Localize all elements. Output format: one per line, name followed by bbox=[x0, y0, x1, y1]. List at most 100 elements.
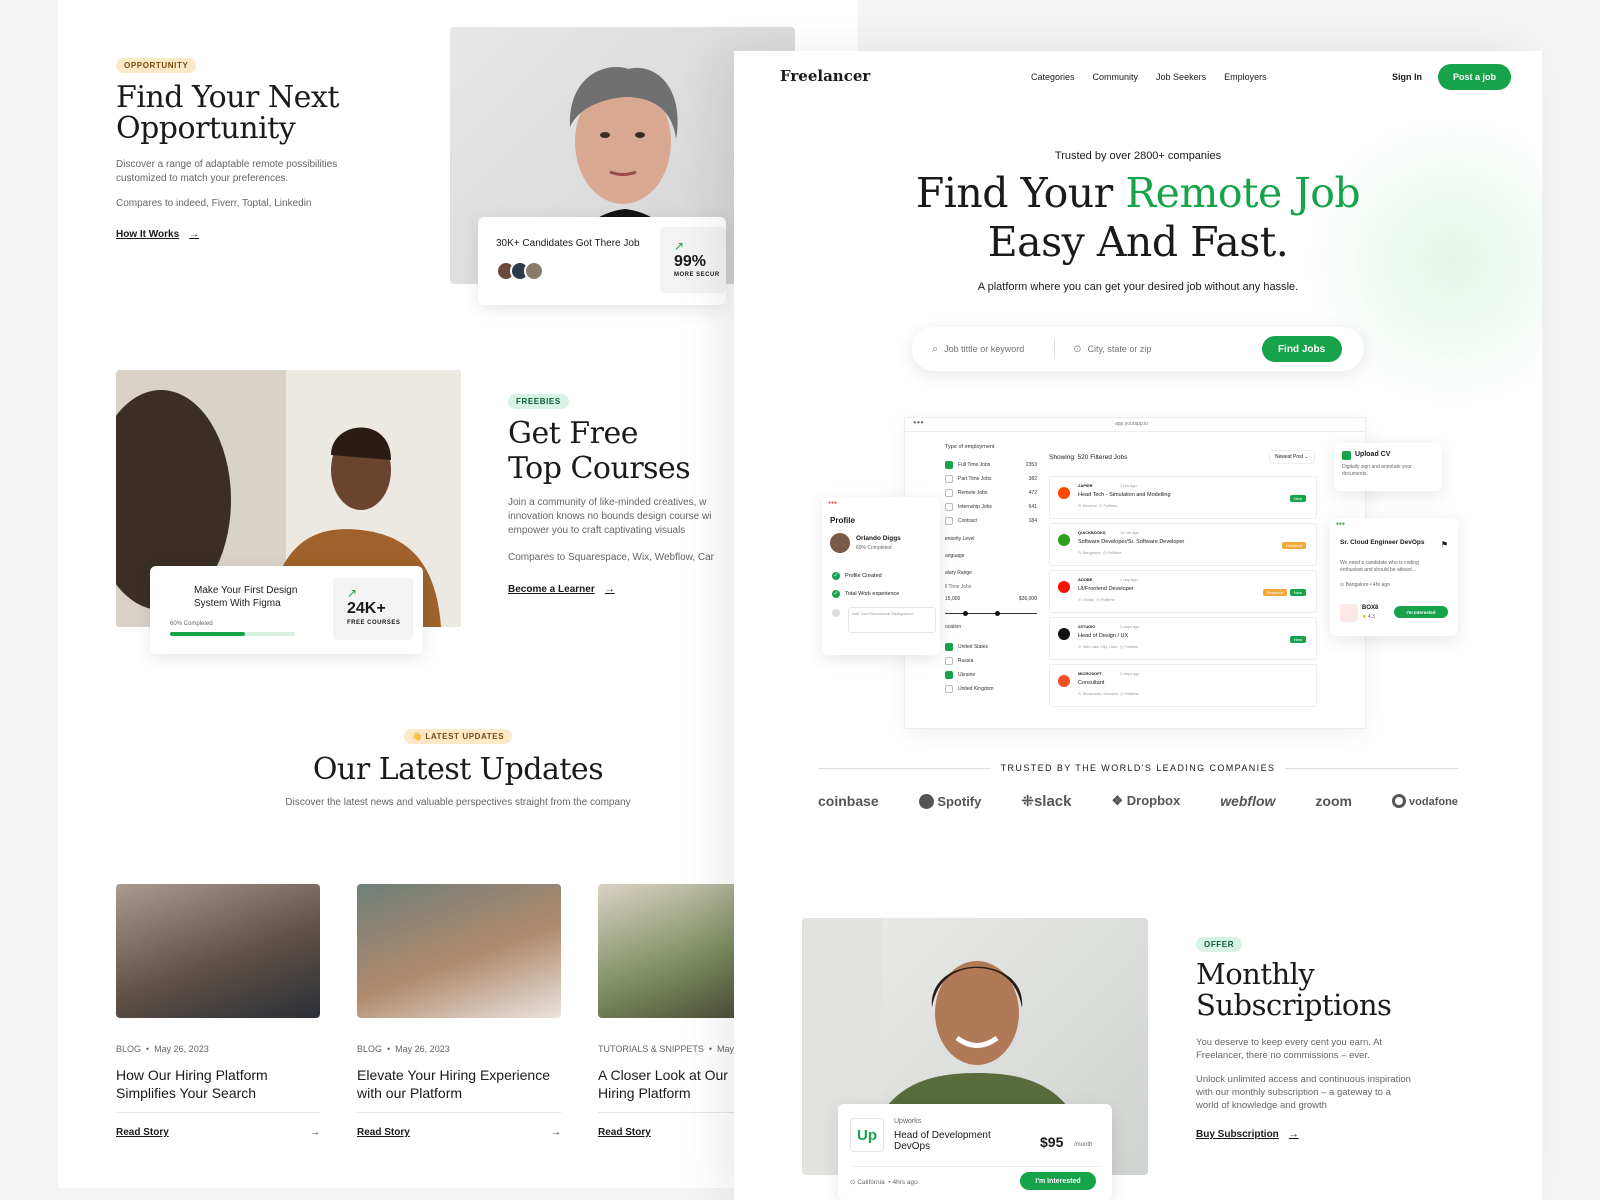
job-company: ZAPIER bbox=[1078, 483, 1093, 488]
salary-slider[interactable] bbox=[945, 608, 1037, 620]
nav-employers[interactable]: Employers bbox=[1224, 72, 1267, 82]
profile-name: Orlando Diggs bbox=[856, 535, 901, 542]
checkbox[interactable] bbox=[945, 643, 953, 651]
education-input[interactable]: Add Your Educational Background bbox=[848, 607, 936, 633]
checkbox[interactable] bbox=[945, 517, 953, 525]
job-tags: Featured bbox=[1279, 534, 1306, 552]
sign-in-link[interactable]: Sign In bbox=[1392, 72, 1422, 82]
checkbox[interactable] bbox=[945, 461, 953, 469]
candidates-stat-card: 30K+ Candidates Got There Job ↗ 99% MORE… bbox=[478, 217, 726, 305]
filter-option[interactable]: Full Time Jobs 2353 bbox=[945, 458, 1037, 472]
sort-label: Newest Post bbox=[1275, 454, 1304, 460]
location-option[interactable]: United States bbox=[945, 640, 1037, 654]
subscription-title-line2: Subscriptions bbox=[1196, 988, 1392, 1022]
job-meta: ⊙ Mumbai ◷ Fulltime bbox=[1078, 503, 1118, 508]
checkbox[interactable] bbox=[945, 475, 953, 483]
filter-label: Remote Jobs bbox=[958, 490, 988, 496]
how-it-works-link[interactable]: How It Works → bbox=[116, 229, 199, 240]
courses-compares: Compares to Squarespace, Wix, Webflow, C… bbox=[508, 552, 715, 563]
profile-step: ✓ Profile Created bbox=[832, 572, 882, 580]
filter-section[interactable]: ocation bbox=[945, 624, 1037, 640]
job-location: Stockholm, Sweden bbox=[1082, 691, 1118, 696]
blog-post-title[interactable]: A Closer Look at Our Hiring Platform bbox=[598, 1066, 738, 1104]
post-job-button[interactable]: Post a job bbox=[1438, 64, 1511, 90]
job-location: Salt Lake City, Utah bbox=[1082, 644, 1118, 649]
job-detail-rating: ★ 4.3 bbox=[1362, 614, 1375, 620]
slider-handle[interactable] bbox=[963, 611, 968, 616]
how-it-works-label: How It Works bbox=[116, 229, 180, 240]
post-date: May bbox=[717, 1044, 735, 1054]
filter-option[interactable]: Internship Jobs 641 bbox=[945, 500, 1037, 514]
arrow-right-icon: → bbox=[189, 229, 200, 240]
job-keyword-input[interactable] bbox=[944, 344, 1045, 354]
filter-option[interactable]: Remote Jobs 472 bbox=[945, 486, 1037, 500]
filter-section[interactable]: anguage bbox=[945, 553, 1037, 570]
blog-post-meta: BLOG • May 26, 2023 bbox=[357, 1044, 450, 1054]
interested-button[interactable]: I'm Interested bbox=[1394, 606, 1448, 618]
profile-step: ✓ Total Work experience bbox=[832, 590, 899, 598]
candidate-avatars bbox=[496, 261, 544, 281]
location-option[interactable]: Ukraine bbox=[945, 668, 1037, 682]
filter-section[interactable]: alary Range bbox=[945, 570, 1037, 584]
blog-post-title[interactable]: How Our Hiring Platform Simplifies Your … bbox=[116, 1066, 320, 1104]
read-story-row[interactable]: Read Story → bbox=[357, 1112, 561, 1138]
job-posted-time: 1 day ago bbox=[1120, 577, 1138, 582]
job-row[interactable]: QUICKBOOKS 12 hrs ago Software Developer/S… bbox=[1049, 523, 1317, 566]
filter-option[interactable]: Contract 184 bbox=[945, 514, 1037, 528]
checkbox[interactable] bbox=[945, 671, 953, 679]
job-row[interactable]: MICROSOFT 2 days ago Consultant ⊙ Stockholm… bbox=[1049, 664, 1317, 707]
subscription-interested-button[interactable]: I'm Interested bbox=[1020, 1172, 1096, 1190]
job-row[interactable]: ZAPIER 3 hrs ago Head Tech - Simulation an… bbox=[1049, 476, 1317, 519]
arrow-right-icon: → bbox=[310, 1127, 320, 1138]
blog-post-title[interactable]: Elevate Your Hiring Experience with our … bbox=[357, 1066, 561, 1104]
bookmark-icon[interactable]: ⚑ bbox=[1441, 540, 1448, 549]
trend-up-icon: ↗ bbox=[347, 586, 358, 600]
read-story-row[interactable]: Read Story → bbox=[116, 1112, 320, 1138]
checkbox[interactable] bbox=[945, 503, 953, 511]
filter-heading: Type of employment bbox=[945, 444, 995, 450]
find-jobs-button[interactable]: Find Jobs bbox=[1261, 336, 1342, 362]
upload-cv-card[interactable]: Upload CV Digitally sign and annotate yo… bbox=[1334, 443, 1442, 491]
blog-post-image bbox=[357, 884, 561, 1018]
sort-dropdown[interactable]: Newest Post ⌄ bbox=[1269, 450, 1315, 464]
checkbox[interactable] bbox=[945, 489, 953, 497]
job-location: Mumbai bbox=[1082, 503, 1097, 508]
read-story-link[interactable]: Read Story bbox=[116, 1127, 169, 1138]
security-stat: ↗ 99% MORE SECUR bbox=[660, 227, 726, 293]
checkbox[interactable] bbox=[945, 685, 953, 693]
location-option[interactable]: Russia bbox=[945, 654, 1037, 668]
buy-subscription-label: Buy Subscription bbox=[1196, 1129, 1279, 1140]
company-logo-icon bbox=[1058, 675, 1070, 687]
blog-post-meta: BLOG • May 26, 2023 bbox=[116, 1044, 209, 1054]
course-progress-fill bbox=[170, 632, 245, 636]
checkbox[interactable] bbox=[945, 657, 953, 665]
location-label: Ukraine bbox=[958, 672, 976, 678]
hero-title: Find Your Remote Job Easy And Fast. bbox=[734, 169, 1542, 267]
buy-subscription-link[interactable]: Buy Subscription → bbox=[1196, 1129, 1299, 1140]
avatar bbox=[524, 261, 544, 281]
job-tag: New bbox=[1289, 495, 1306, 502]
location-option[interactable]: United Kingdom bbox=[945, 682, 1037, 696]
freelancer-logo[interactable]: Freelancer bbox=[780, 67, 870, 85]
location-label: Russia bbox=[958, 658, 974, 664]
course-progress-card: Make Your First Design System With Figma… bbox=[150, 566, 423, 654]
filter-section[interactable]: eniority Level bbox=[945, 536, 1037, 553]
filter-count: 472 bbox=[1028, 490, 1037, 496]
nav-job-seekers[interactable]: Job Seekers bbox=[1156, 72, 1206, 82]
become-learner-link[interactable]: Become a Learner → bbox=[508, 584, 615, 595]
read-story-link[interactable]: Read Story bbox=[598, 1127, 651, 1138]
nav-categories[interactable]: Categories bbox=[1031, 72, 1075, 82]
filter-count: 641 bbox=[1028, 504, 1037, 510]
filter-option[interactable]: Part Time Jobs 382 bbox=[945, 472, 1037, 486]
read-story-link[interactable]: Read Story bbox=[357, 1127, 410, 1138]
security-stat-value: 99% bbox=[674, 253, 707, 270]
spotify-logo: Spotify bbox=[918, 793, 981, 809]
slider-handle[interactable] bbox=[995, 611, 1000, 616]
job-row[interactable]: 2STUDIO 3 days ago Head of Design / UX ⊙ Sa… bbox=[1049, 617, 1317, 660]
post-category: BLOG bbox=[116, 1044, 142, 1054]
page: OPPORTUNITY Find Your Next Opportunity D… bbox=[0, 0, 1600, 1200]
window-controls-icon: ●●● bbox=[1336, 521, 1346, 527]
nav-community[interactable]: Community bbox=[1093, 72, 1139, 82]
location-input[interactable] bbox=[1087, 344, 1258, 354]
job-row[interactable]: ADOBE 1 day ago UI/Frontend Developer ⊙ Glo… bbox=[1049, 570, 1317, 613]
